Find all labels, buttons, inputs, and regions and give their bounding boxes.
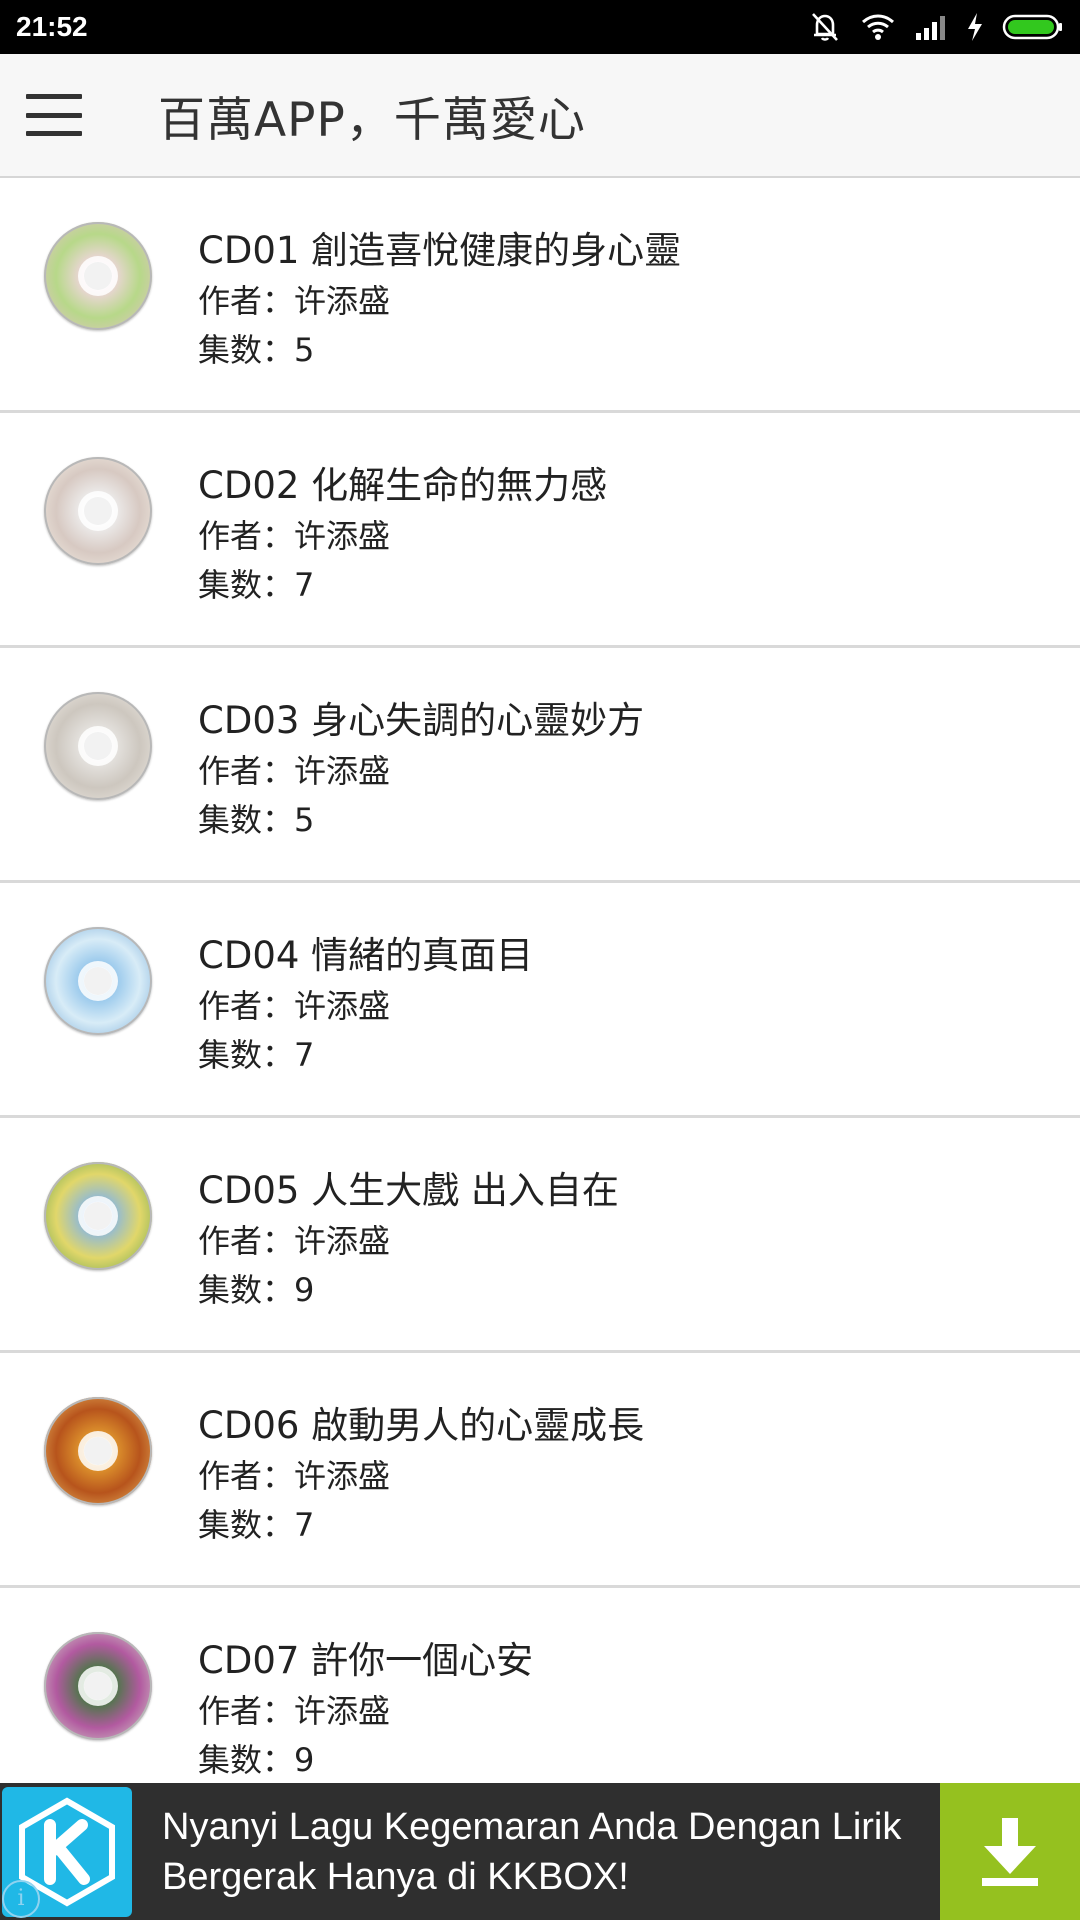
cd-cover-image bbox=[44, 222, 152, 330]
disc-hole bbox=[84, 1672, 112, 1700]
disc-hole bbox=[84, 732, 112, 760]
item-episode-count: 集数：9 bbox=[198, 1271, 315, 1309]
item-author: 作者：许添盛 bbox=[198, 1692, 391, 1730]
item-title: CD07 許你一個心安 bbox=[198, 1639, 534, 1682]
item-episode-count: 集数：5 bbox=[198, 331, 315, 369]
item-title: CD03 身心失調的心靈妙方 bbox=[198, 699, 645, 742]
item-author: 作者：许添盛 bbox=[198, 1457, 391, 1495]
item-title: CD06 啟動男人的心靈成長 bbox=[198, 1404, 645, 1447]
item-episode-count: 集数：9 bbox=[198, 1741, 315, 1779]
disc-hole bbox=[84, 497, 112, 525]
wifi-icon bbox=[862, 14, 894, 40]
hamburger-menu-icon[interactable] bbox=[26, 94, 82, 136]
download-icon[interactable] bbox=[940, 1783, 1080, 1920]
cd-cover-image bbox=[44, 927, 152, 1035]
cd-cover-image bbox=[44, 1397, 152, 1505]
charging-icon bbox=[968, 13, 982, 41]
info-icon[interactable]: i bbox=[2, 1880, 40, 1918]
status-bar: 21:52 bbox=[0, 0, 1080, 54]
ad-banner[interactable]: Nyanyi Lagu Kegemaran Anda Dengan Lirik … bbox=[0, 1783, 1080, 1920]
menu-line bbox=[26, 112, 82, 118]
cd-cover-image bbox=[44, 457, 152, 565]
mute-icon bbox=[812, 13, 838, 41]
cd-cover-image bbox=[44, 692, 152, 800]
item-author: 作者：许添盛 bbox=[198, 752, 391, 790]
menu-line bbox=[26, 94, 82, 99]
list-item-cd01[interactable]: CD01 創造喜悅健康的身心靈 作者：许添盛 集数：5 bbox=[0, 178, 1080, 413]
item-title: CD01 創造喜悅健康的身心靈 bbox=[198, 229, 682, 272]
status-icons bbox=[808, 10, 1064, 44]
signal-icon bbox=[916, 16, 945, 40]
disc-hole bbox=[84, 262, 112, 290]
item-episode-count: 集数：7 bbox=[198, 1036, 315, 1074]
list-item-cd05[interactable]: CD05 人生大戲 出入自在 作者：许添盛 集数：9 bbox=[0, 1118, 1080, 1353]
item-episode-count: 集数：7 bbox=[198, 566, 315, 604]
menu-line bbox=[26, 131, 82, 136]
item-author: 作者：许添盛 bbox=[198, 1222, 391, 1260]
item-title: CD02 化解生命的無力感 bbox=[198, 464, 608, 507]
disc-hole bbox=[84, 967, 112, 995]
list-item-cd04[interactable]: CD04 情緒的真面目 作者：许添盛 集数：7 bbox=[0, 883, 1080, 1118]
item-episode-count: 集数：7 bbox=[198, 1506, 315, 1544]
list-item-cd06[interactable]: CD06 啟動男人的心靈成長 作者：许添盛 集数：7 bbox=[0, 1353, 1080, 1588]
cd-cover-image bbox=[44, 1162, 152, 1270]
item-title: CD04 情緒的真面目 bbox=[198, 934, 534, 977]
item-title: CD05 人生大戲 出入自在 bbox=[198, 1169, 619, 1212]
battery-icon bbox=[1002, 14, 1062, 40]
item-author: 作者：许添盛 bbox=[198, 282, 391, 320]
download-arrow bbox=[982, 1817, 1038, 1886]
list-item-cd02[interactable]: CD02 化解生命的無力感 作者：许添盛 集数：7 bbox=[0, 413, 1080, 648]
ad-text[interactable]: Nyanyi Lagu Kegemaran Anda Dengan Lirik … bbox=[162, 1802, 922, 1902]
status-time: 21:52 bbox=[16, 11, 88, 42]
item-author: 作者：许添盛 bbox=[198, 987, 391, 1025]
app-bar: 百萬APP，千萬愛心 bbox=[0, 54, 1080, 178]
app-title: 百萬APP，千萬愛心 bbox=[158, 92, 586, 148]
cd-list: CD01 創造喜悅健康的身心靈 作者：许添盛 集数：5 CD02 化解生命的無力… bbox=[0, 178, 1080, 1823]
disc-hole bbox=[84, 1202, 112, 1230]
cd-cover-image bbox=[44, 1632, 152, 1740]
disc-hole bbox=[84, 1437, 112, 1465]
item-episode-count: 集数：5 bbox=[198, 801, 315, 839]
list-item-cd03[interactable]: CD03 身心失調的心靈妙方 作者：许添盛 集数：5 bbox=[0, 648, 1080, 883]
item-author: 作者：许添盛 bbox=[198, 517, 391, 555]
